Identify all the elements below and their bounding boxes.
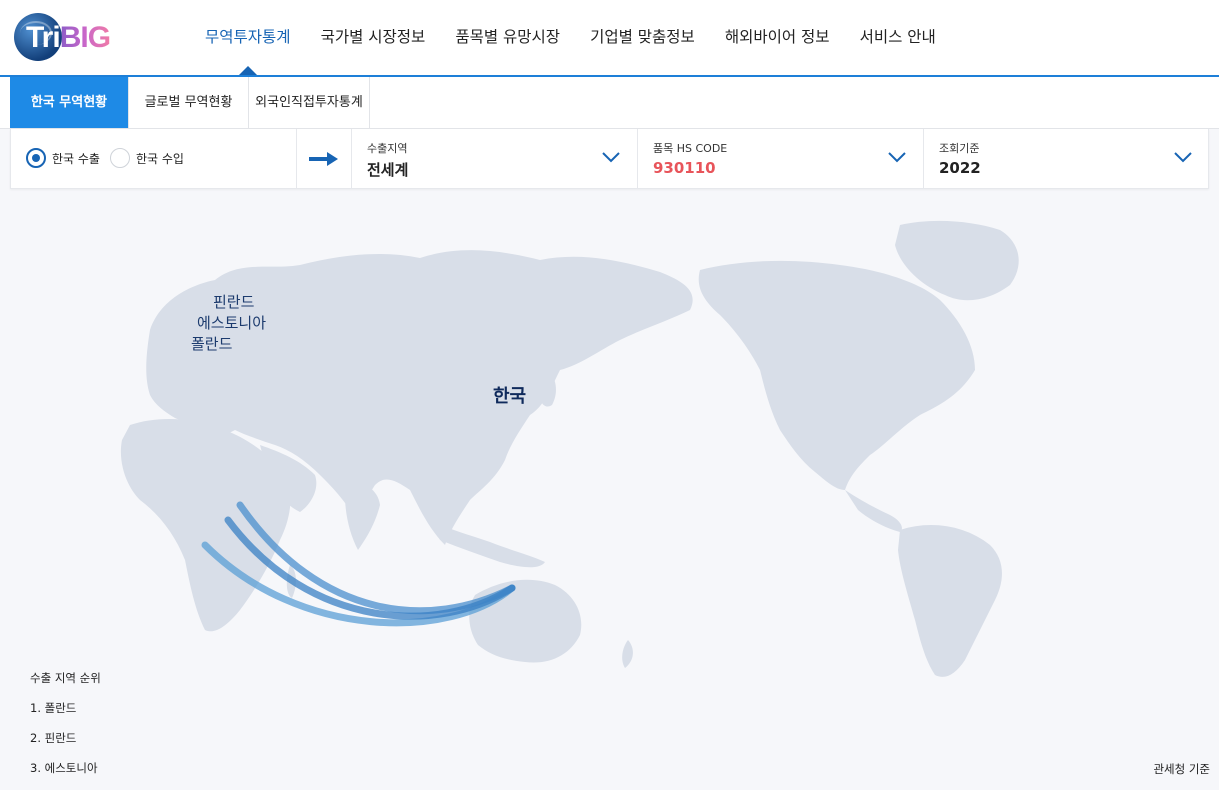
year-select-label: 조회기준	[939, 140, 979, 156]
north-america-landmass	[699, 261, 975, 490]
radio-import[interactable]: 한국 수입	[110, 148, 184, 168]
chevron-down-icon	[887, 150, 907, 164]
map-label-poland[interactable]: 폴란드	[191, 333, 232, 354]
radio-export-label: 한국 수출	[52, 150, 100, 167]
logo-big: BIG	[60, 21, 110, 54]
nav-overseas-buyer-info[interactable]: 해외바이어 정보	[710, 0, 845, 75]
arrow-right-icon	[309, 151, 339, 167]
map-label-estonia[interactable]: 에스토니아	[197, 312, 266, 333]
ranking-item: 2. 핀란드	[30, 730, 101, 746]
hscode-select-value: 930110	[653, 159, 716, 177]
radio-export[interactable]: 한국 수출	[26, 148, 100, 168]
logo-tri: Tri	[26, 21, 60, 54]
region-select-value: 전세계	[367, 159, 408, 180]
main-nav: 무역투자통계 국가별 시장정보 품목별 유망시장 기업별 맞춤정보 해외바이어 …	[190, 0, 951, 75]
map-label-finland[interactable]: 핀란드	[213, 291, 254, 312]
region-select[interactable]: 수출지역 전세계	[352, 129, 637, 188]
ranking-item: 3. 에스토니아	[30, 760, 101, 776]
tab-fdi-stats[interactable]: 외국인직접투자통계	[249, 77, 370, 128]
header: TriBIG 무역투자통계 국가별 시장정보 품목별 유망시장 기업별 맞춤정보…	[0, 0, 1219, 77]
region-select-label: 수출지역	[367, 140, 407, 156]
world-map[interactable]: 핀란드 에스토니아 폴란드 한국	[0, 190, 1219, 782]
source-note: 관세청 기준	[1153, 761, 1210, 777]
export-region-ranking: 수출 지역 순위 1. 폴란드 2. 핀란드 3. 에스토니아	[30, 670, 101, 790]
tribig-logo[interactable]: TriBIG	[14, 10, 134, 64]
ranking-title: 수출 지역 순위	[30, 670, 101, 686]
filter-bar: 한국 수출 한국 수입 수출지역 전세계 품목 HS CODE 930110 조…	[10, 129, 1209, 189]
logo-text: TriBIG	[26, 21, 110, 55]
tab-korea-trade[interactable]: 한국 무역현황	[10, 77, 129, 128]
chevron-down-icon	[601, 150, 621, 164]
hscode-select[interactable]: 품목 HS CODE 930110	[638, 129, 923, 188]
south-america-landmass	[898, 525, 1002, 677]
central-america-landmass	[845, 490, 902, 532]
chevron-down-icon	[1173, 150, 1193, 164]
nav-company-custom-info[interactable]: 기업별 맞춤정보	[575, 0, 710, 75]
nav-country-market-info[interactable]: 국가별 시장정보	[306, 0, 441, 75]
year-select-value: 2022	[939, 159, 981, 177]
australia-landmass	[469, 580, 581, 663]
nav-service-guide[interactable]: 서비스 안내	[845, 0, 951, 75]
divider	[296, 129, 297, 188]
trade-direction-radios: 한국 수출 한국 수입	[26, 148, 194, 168]
tab-global-trade[interactable]: 글로벌 무역현황	[129, 77, 249, 128]
sub-tabs: 한국 무역현황 글로벌 무역현황 외국인직접투자통계	[0, 77, 1219, 129]
world-map-svg	[0, 190, 1219, 782]
india-landmass	[345, 480, 380, 550]
hscode-select-label: 품목 HS CODE	[653, 140, 727, 156]
nav-trade-investment-stats[interactable]: 무역투자통계	[190, 0, 306, 75]
new-zealand-landmass	[622, 640, 633, 668]
nav-promising-markets[interactable]: 품목별 유망시장	[440, 0, 575, 75]
map-label-korea[interactable]: 한국	[493, 382, 526, 408]
radio-unchecked-icon	[110, 148, 130, 168]
radio-import-label: 한국 수입	[136, 150, 184, 167]
year-select[interactable]: 조회기준 2022	[924, 129, 1209, 188]
radio-checked-icon	[26, 148, 46, 168]
ranking-item: 1. 폴란드	[30, 700, 101, 716]
